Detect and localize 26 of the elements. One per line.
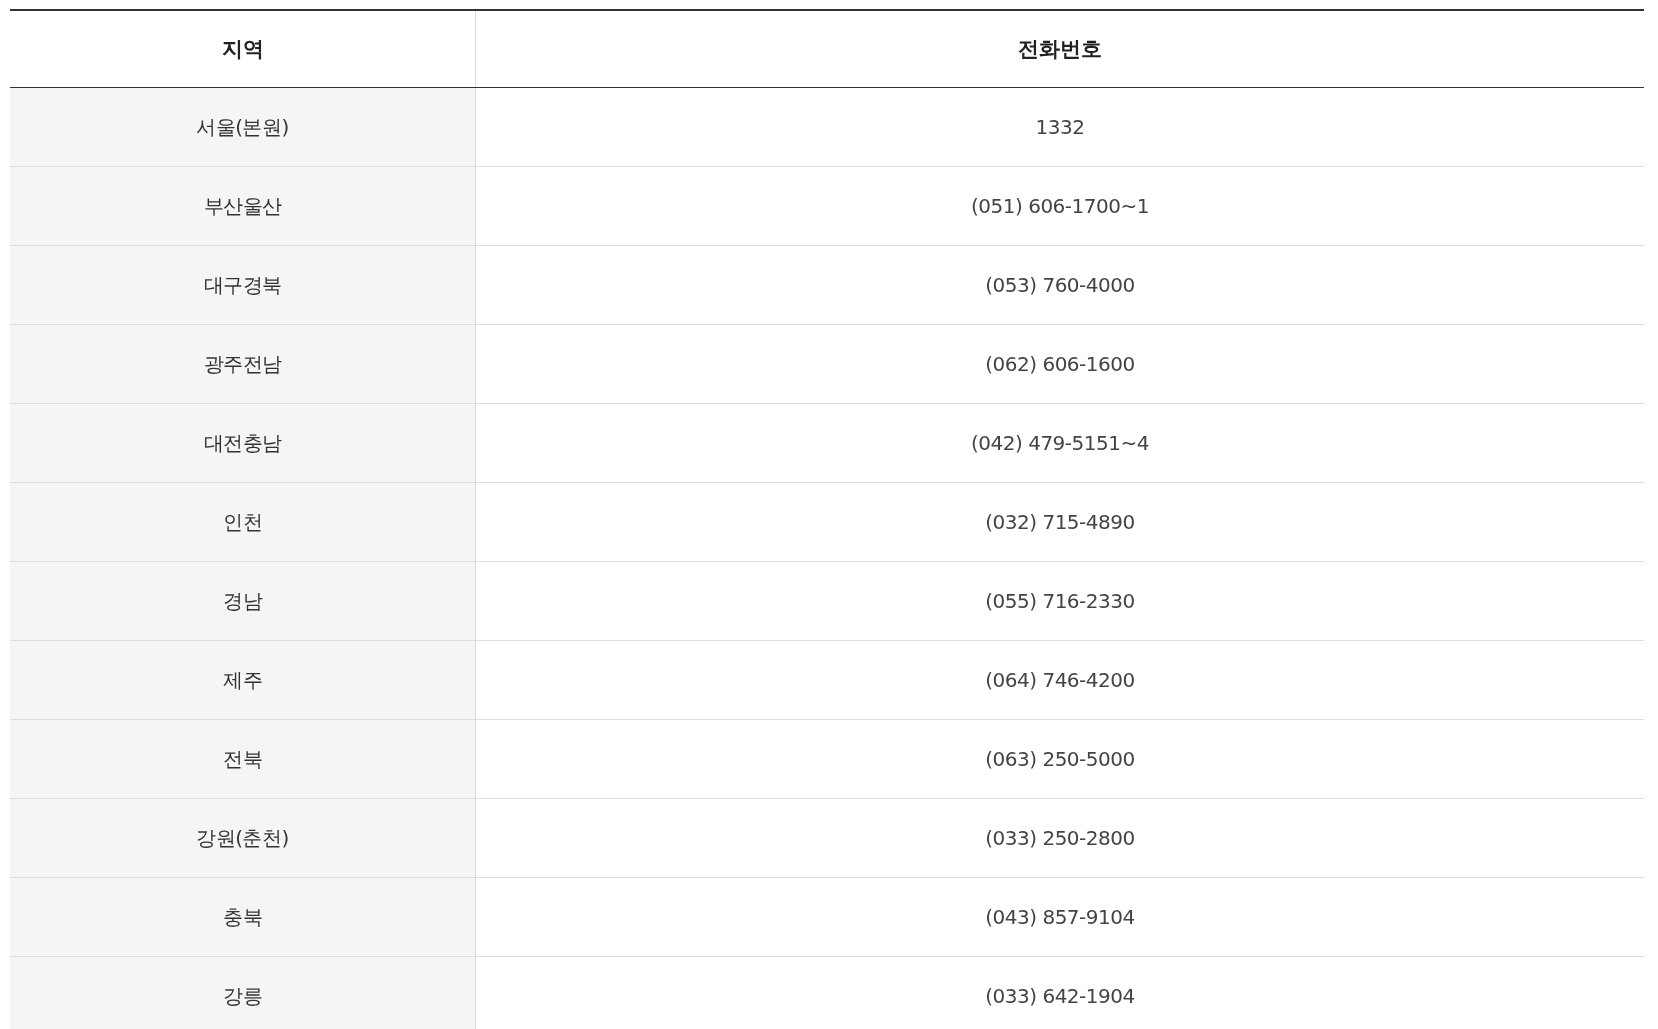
phone-cell: (043) 857-9104 xyxy=(475,877,1644,957)
phone-cell: (033) 250-2800 xyxy=(475,798,1644,878)
phone-cell: (032) 715-4890 xyxy=(475,482,1644,562)
phone-cell: (064) 746-4200 xyxy=(475,640,1644,720)
region-cell: 서울(본원) xyxy=(10,87,476,167)
phone-cell: (033) 642-1904 xyxy=(475,956,1644,1029)
region-cell: 강릉 xyxy=(10,956,476,1029)
region-cell: 인천 xyxy=(10,482,476,562)
phone-cell: (042) 479-5151~4 xyxy=(475,403,1644,483)
phone-cell: 1332 xyxy=(475,87,1644,167)
phone-cell: (055) 716-2330 xyxy=(475,561,1644,641)
region-cell: 전북 xyxy=(10,719,476,799)
region-cell: 경남 xyxy=(10,561,476,641)
phone-cell: (062) 606-1600 xyxy=(475,324,1644,404)
region-cell: 충북 xyxy=(10,877,476,957)
phone-cell: (053) 760-4000 xyxy=(475,245,1644,325)
phone-cell: (063) 250-5000 xyxy=(475,719,1644,799)
region-cell: 제주 xyxy=(10,640,476,720)
region-cell: 강원(춘천) xyxy=(10,798,476,878)
region-cell: 대전충남 xyxy=(10,403,476,483)
region-cell: 부산울산 xyxy=(10,166,476,246)
column-header: 지역 xyxy=(10,10,476,88)
phone-cell: (051) 606-1700~1 xyxy=(475,166,1644,246)
column-header: 전화번호 xyxy=(475,10,1644,88)
region-cell: 대구경북 xyxy=(10,245,476,325)
region-cell: 광주전남 xyxy=(10,324,476,404)
